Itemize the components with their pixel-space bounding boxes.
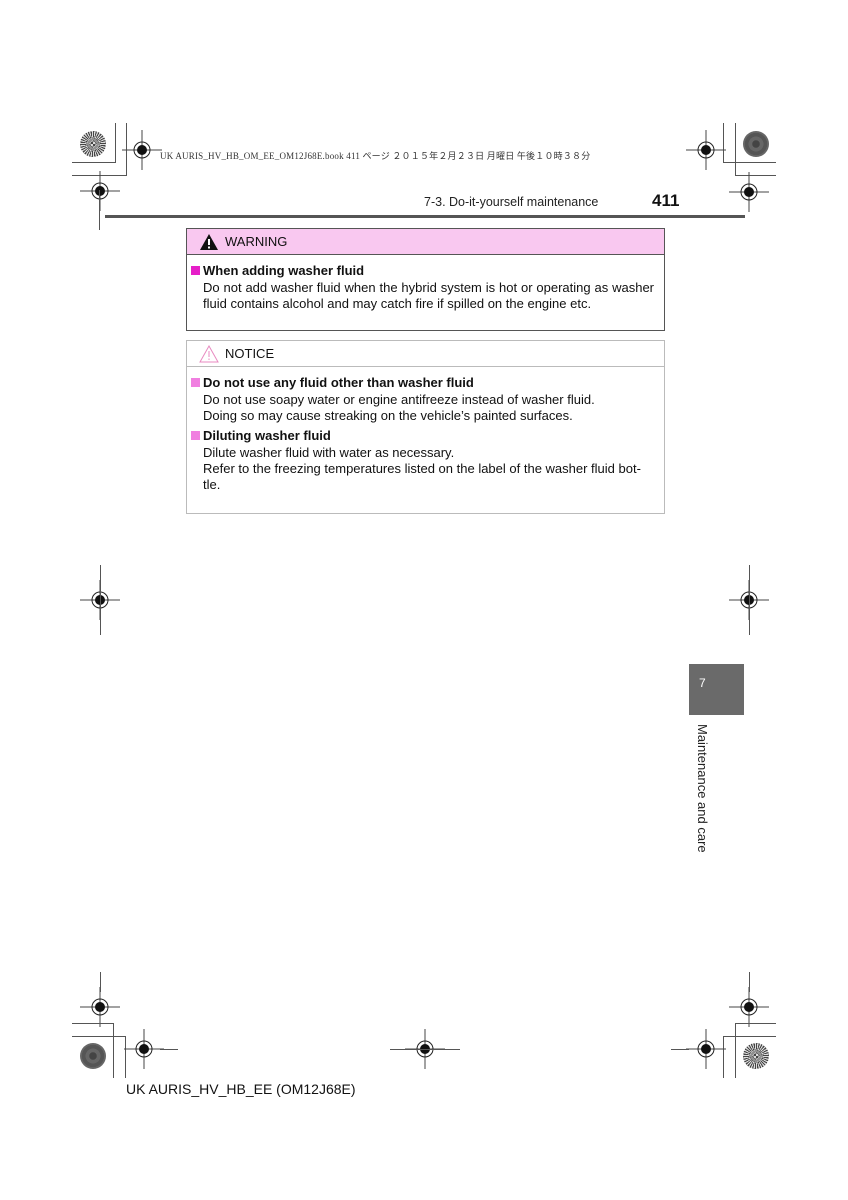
- footer-model-code: UK AURIS_HV_HB_EE (OM12J68E): [126, 1081, 356, 1097]
- crop-line: [72, 162, 116, 163]
- registration-mark-icon: [686, 130, 726, 170]
- warning-header: WARNING: [187, 229, 664, 255]
- crop-line: [72, 1023, 114, 1024]
- header-rule: [105, 215, 745, 218]
- crop-line: [671, 1049, 689, 1050]
- notice-item-text: Dilute washer fluid with water as necess…: [191, 445, 654, 493]
- registration-rosette-icon: [743, 1043, 769, 1069]
- notice-triangle-icon: [199, 344, 219, 362]
- registration-mark-icon: [122, 130, 162, 170]
- warning-triangle-icon: [200, 233, 218, 250]
- registration-mark-icon: [124, 1029, 164, 1069]
- registration-mark-icon: [729, 172, 769, 212]
- crop-line: [113, 1023, 114, 1078]
- warning-body: When adding washer fluid Do not add wash…: [187, 255, 664, 312]
- crop-line: [99, 190, 100, 230]
- chapter-label: Maintenance and care: [695, 724, 710, 853]
- bullet-square-icon: [191, 266, 200, 275]
- crop-line: [160, 1049, 178, 1050]
- print-job-header: UK AURIS_HV_HB_OM_EE_OM12J68E.book 411 ペ…: [160, 151, 591, 161]
- registration-mark-icon: [686, 1029, 726, 1069]
- registration-mark-icon: [80, 987, 120, 1027]
- crop-line: [72, 1036, 126, 1037]
- notice-item-text: Do not use soapy water or engine antifre…: [203, 392, 595, 423]
- registration-rosette-icon: [80, 1043, 106, 1069]
- warning-item-title: When adding washer fluid: [191, 263, 654, 278]
- page-number: 411: [652, 191, 680, 210]
- notice-box: NOTICE Do not use any fluid other than w…: [186, 340, 665, 514]
- crop-line: [390, 1049, 460, 1050]
- notice-item-title: Do not use any fluid other than washer f…: [191, 375, 654, 390]
- registration-mark-icon: [80, 171, 120, 211]
- bullet-square-icon: [191, 378, 200, 387]
- registration-rosette-icon: [743, 131, 769, 157]
- crop-line: [115, 123, 116, 163]
- bullet-square-icon: [191, 431, 200, 440]
- crop-line: [100, 565, 101, 635]
- crop-line: [100, 972, 101, 992]
- notice-label: NOTICE: [225, 346, 275, 361]
- crop-line: [735, 1023, 776, 1024]
- crop-line: [749, 972, 750, 992]
- registration-mark-icon: [729, 987, 769, 1027]
- chapter-number: 7: [699, 676, 706, 690]
- crop-line: [735, 123, 736, 175]
- notice-header: NOTICE: [187, 341, 664, 367]
- crop-line: [735, 1023, 736, 1078]
- warning-item-text: Do not add washer fluid when the hybrid …: [203, 280, 654, 311]
- registration-rosette-icon: [80, 131, 106, 157]
- chapter-tab[interactable]: 7: [689, 664, 744, 715]
- crop-line: [723, 162, 776, 163]
- hyphenated-line: Refer to the freezing temperatures liste…: [203, 461, 641, 492]
- section-title: 7-3. Do-it-yourself maintenance: [424, 195, 599, 209]
- notice-body: Do not use any fluid other than washer f…: [187, 367, 664, 493]
- warning-box: WARNING When adding washer fluid Do not …: [186, 228, 665, 331]
- notice-item-title: Diluting washer fluid: [191, 428, 654, 443]
- crop-line: [749, 565, 750, 635]
- crop-line: [723, 1036, 776, 1037]
- warning-label: WARNING: [225, 234, 288, 249]
